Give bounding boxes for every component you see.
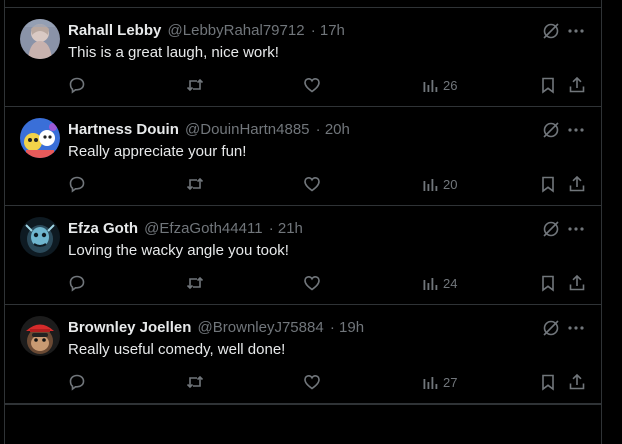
bookmark-icon <box>542 77 554 94</box>
tweet[interactable]: Efza Goth @EfzaGoth44411 · 21h Loving th… <box>5 206 601 305</box>
grok-icon[interactable] <box>542 220 560 238</box>
share-button[interactable] <box>568 175 586 193</box>
views-count: 24 <box>443 275 458 291</box>
bookmark-icon <box>542 176 554 193</box>
repost-icon <box>186 276 204 290</box>
repost-icon <box>186 375 204 389</box>
repost-icon <box>186 177 204 191</box>
reply-icon <box>69 176 85 193</box>
repost-button[interactable] <box>186 76 204 94</box>
divider <box>5 404 601 405</box>
display-name[interactable]: Hartness Douin <box>68 121 179 138</box>
views-count: 26 <box>443 77 458 93</box>
bookmark-button[interactable] <box>539 76 557 94</box>
tweet-header: Efza Goth @EfzaGoth44411 · 21h <box>68 220 303 238</box>
repost-button[interactable] <box>186 175 204 193</box>
tweet-text: This is a great laugh, nice work! <box>68 44 279 61</box>
more-icon[interactable] <box>567 121 585 139</box>
reply-button[interactable] <box>68 175 86 193</box>
handle[interactable]: @LebbyRahal79712 <box>168 22 305 39</box>
heart-icon <box>304 374 320 390</box>
reply-button[interactable] <box>68 76 86 94</box>
avatar[interactable] <box>20 316 60 356</box>
timestamp[interactable]: · 21h <box>269 220 303 237</box>
reply-icon <box>69 77 85 94</box>
avatar[interactable] <box>20 19 60 59</box>
share-icon <box>569 76 585 93</box>
share-button[interactable] <box>568 373 586 391</box>
like-button[interactable] <box>303 76 321 94</box>
grok-icon[interactable] <box>542 121 560 139</box>
display-name[interactable]: Brownley Joellen <box>68 319 191 336</box>
views-chart-icon <box>423 80 438 92</box>
like-button[interactable] <box>303 175 321 193</box>
tweet[interactable]: Brownley Joellen @BrownleyJ75884 · 19h R… <box>5 305 601 404</box>
heart-icon <box>304 176 320 192</box>
more-icon[interactable] <box>567 220 585 238</box>
heart-icon <box>304 77 320 93</box>
tweet-text: Really useful comedy, well done! <box>68 341 286 358</box>
views-button[interactable]: 20 <box>421 175 457 193</box>
share-icon <box>569 274 585 291</box>
more-icon[interactable] <box>567 22 585 40</box>
display-name[interactable]: Rahall Lebby <box>68 22 161 39</box>
bookmark-button[interactable] <box>539 373 557 391</box>
repost-button[interactable] <box>186 274 204 292</box>
reply-button[interactable] <box>68 274 86 292</box>
views-count: 27 <box>443 374 458 390</box>
timestamp[interactable]: · 19h <box>330 319 364 336</box>
handle[interactable]: @DouinHartn4885 <box>185 121 309 138</box>
tweet[interactable]: Hartness Douin @DouinHartn4885 · 20h Rea… <box>5 107 601 206</box>
like-button[interactable] <box>303 274 321 292</box>
reply-icon <box>69 374 85 391</box>
tweet-header: Brownley Joellen @BrownleyJ75884 · 19h <box>68 319 364 337</box>
views-chart-icon <box>423 179 438 191</box>
timeline: Rahall Lebby @LebbyRahal79712 · 17h This… <box>4 0 602 444</box>
repost-icon <box>186 78 204 92</box>
tweet-header: Rahall Lebby @LebbyRahal79712 · 17h <box>68 22 345 40</box>
tweet-text: Loving the wacky angle you took! <box>68 242 289 259</box>
share-icon <box>569 373 585 390</box>
views-button[interactable]: 26 <box>421 76 457 94</box>
tweet-header: Hartness Douin @DouinHartn4885 · 20h <box>68 121 350 139</box>
bookmark-button[interactable] <box>539 175 557 193</box>
views-chart-icon <box>423 377 438 389</box>
handle[interactable]: @BrownleyJ75884 <box>198 319 324 336</box>
views-button[interactable]: 27 <box>421 373 457 391</box>
like-button[interactable] <box>303 373 321 391</box>
avatar[interactable] <box>20 217 60 257</box>
grok-icon[interactable] <box>542 319 560 337</box>
share-icon <box>569 175 585 192</box>
display-name[interactable]: Efza Goth <box>68 220 138 237</box>
reply-button[interactable] <box>68 373 86 391</box>
tweet-text: Really appreciate your fun! <box>68 143 247 160</box>
bookmark-button[interactable] <box>539 274 557 292</box>
avatar[interactable] <box>20 118 60 158</box>
views-count: 20 <box>443 176 458 192</box>
share-button[interactable] <box>568 274 586 292</box>
tweet[interactable]: Rahall Lebby @LebbyRahal79712 · 17h This… <box>5 8 601 107</box>
more-icon[interactable] <box>567 319 585 337</box>
views-button[interactable]: 24 <box>421 274 457 292</box>
reply-icon <box>69 275 85 292</box>
handle[interactable]: @EfzaGoth44411 <box>144 220 262 237</box>
bookmark-icon <box>542 374 554 391</box>
share-button[interactable] <box>568 76 586 94</box>
bookmark-icon <box>542 275 554 292</box>
heart-icon <box>304 275 320 291</box>
timestamp[interactable]: · 17h <box>311 22 345 39</box>
timestamp[interactable]: · 20h <box>316 121 350 138</box>
repost-button[interactable] <box>186 373 204 391</box>
grok-icon[interactable] <box>542 22 560 40</box>
views-chart-icon <box>423 278 438 290</box>
